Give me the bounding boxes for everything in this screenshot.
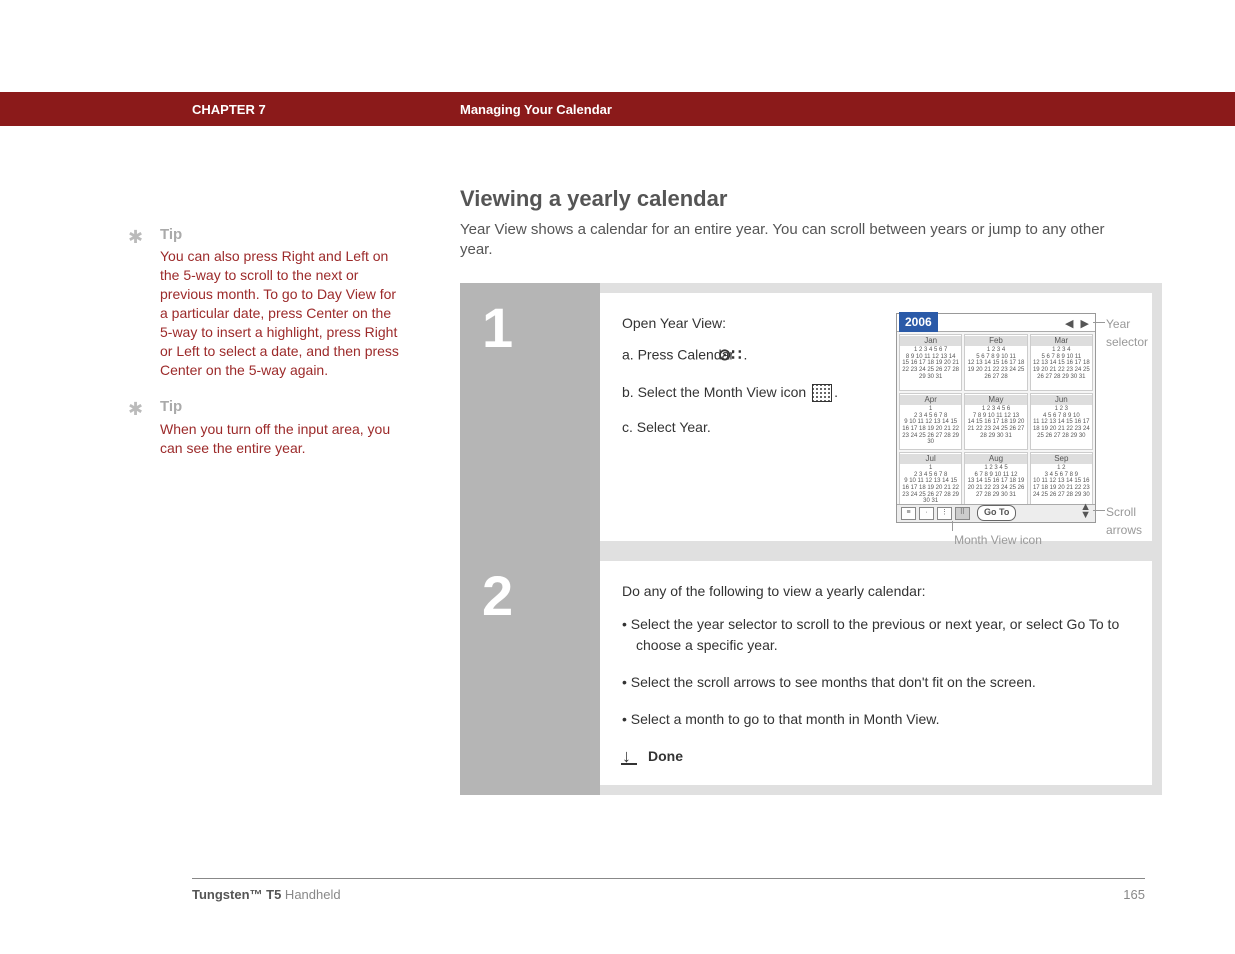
tip-star-icon: ✱ — [128, 225, 143, 249]
step-1: 1 Open Year View: a. Press Calendar ⊙∷. … — [460, 283, 1162, 551]
month-mar[interactable]: Mar1 2 3 4 5 6 7 8 9 10 11 12 13 14 15 1… — [1030, 334, 1093, 391]
step-2-body: Do any of the following to view a yearly… — [600, 561, 1152, 785]
done-label: Done — [648, 746, 683, 767]
section-heading: Viewing a yearly calendar — [460, 186, 1140, 212]
annot-year-selector: Year selector — [1106, 315, 1148, 351]
step-2-bullet-2: Select the scroll arrows to see months t… — [622, 672, 1130, 693]
footer: Tungsten™ T5 Handheld 165 — [192, 878, 1145, 902]
year-view-screenshot-wrapper: 2006 ◀ ▶ Jan1 2 3 4 5 6 7 8 9 10 11 12 1… — [896, 313, 1096, 523]
agenda-view-button[interactable]: ≡ — [901, 507, 916, 520]
step-2-bullet-1: Select the year selector to scroll to th… — [622, 614, 1130, 656]
step-1-c: c. Select Year. — [622, 417, 872, 438]
annot-line — [1093, 322, 1105, 323]
month-jan[interactable]: Jan1 2 3 4 5 6 7 8 9 10 11 12 13 14 15 1… — [899, 334, 962, 391]
tip-2-text: When you turn off the input area, you ca… — [160, 420, 403, 458]
month-view-icon — [812, 384, 832, 402]
month-view-button[interactable]: ⠿ — [955, 507, 970, 520]
year-label: 2006 — [899, 312, 938, 332]
week-view-button[interactable]: ⋮ — [937, 507, 952, 520]
year-bar: 2006 ◀ ▶ — [897, 314, 1095, 332]
view-toolbar: ≡ · ⋮ ⠿ Go To ▲▼ — [897, 504, 1095, 522]
annot-scroll-arrows: Scroll arrows — [1106, 503, 1142, 539]
step-2-bullet-3: Select a month to go to that month in Mo… — [622, 709, 1130, 730]
step-2-number: 2 — [460, 551, 600, 795]
step-2-line1: Do any of the following to view a yearly… — [622, 581, 1130, 602]
done-row: Done — [622, 746, 1130, 767]
section-intro: Year View shows a calendar for an entire… — [460, 220, 1140, 261]
annot-line — [952, 521, 953, 531]
tip-2: ✱ Tip When you turn off the input area, … — [128, 397, 403, 457]
year-selector-arrows[interactable]: ◀ ▶ — [1065, 316, 1091, 333]
tip-1-label: Tip — [160, 225, 403, 245]
done-arrow-icon — [622, 747, 638, 765]
chapter-label: CHAPTER 7 — [192, 102, 460, 117]
main-column: Viewing a yearly calendar Year View show… — [460, 186, 1140, 795]
step-1-number: 1 — [460, 283, 600, 551]
year-view-screenshot: 2006 ◀ ▶ Jan1 2 3 4 5 6 7 8 9 10 11 12 1… — [896, 313, 1096, 523]
product-name: Tungsten™ T5 Handheld — [192, 887, 341, 902]
goto-button[interactable]: Go To — [977, 505, 1016, 521]
step-1-body: Open Year View: a. Press Calendar ⊙∷. b.… — [600, 293, 1152, 541]
month-aug[interactable]: Aug1 2 3 4 5 6 7 8 9 10 11 12 13 14 15 1… — [964, 452, 1027, 509]
month-feb[interactable]: Feb1 2 3 4 5 6 7 8 9 10 11 12 13 14 15 1… — [964, 334, 1027, 391]
day-view-button[interactable]: · — [919, 507, 934, 520]
month-may[interactable]: May1 2 3 4 5 6 7 8 9 10 11 12 13 14 15 1… — [964, 393, 1027, 450]
tips-column: ✱ Tip You can also press Right and Left … — [128, 225, 403, 476]
step-1-a: a. Press Calendar ⊙∷. — [622, 344, 872, 368]
tip-2-label: Tip — [160, 397, 403, 417]
scroll-arrows[interactable]: ▲▼ — [1080, 504, 1091, 519]
header-title: Managing Your Calendar — [460, 102, 612, 117]
calendar-button-icon: ⊙∷ — [740, 344, 742, 368]
month-jul[interactable]: Jul1 2 3 4 5 6 7 8 9 10 11 12 13 14 15 1… — [899, 452, 962, 509]
step-1-text: Open Year View: a. Press Calendar ⊙∷. b.… — [622, 313, 872, 523]
step-2: 2 Do any of the following to view a year… — [460, 551, 1162, 795]
tip-1: ✱ Tip You can also press Right and Left … — [128, 225, 403, 379]
page-number: 165 — [1123, 887, 1145, 902]
month-sep[interactable]: Sep1 2 3 4 5 6 7 8 9 10 11 12 13 14 15 1… — [1030, 452, 1093, 509]
step-1-b: b. Select the Month View icon . — [622, 382, 872, 403]
steps-container: 1 Open Year View: a. Press Calendar ⊙∷. … — [460, 283, 1162, 795]
tip-1-text: You can also press Right and Left on the… — [160, 247, 403, 379]
tip-star-icon: ✱ — [128, 397, 143, 421]
annot-month-view: Month View icon — [928, 531, 1068, 549]
month-apr[interactable]: Apr1 2 3 4 5 6 7 8 9 10 11 12 13 14 15 1… — [899, 393, 962, 450]
annot-line — [1093, 510, 1105, 511]
months-grid: Jan1 2 3 4 5 6 7 8 9 10 11 12 13 14 15 1… — [897, 332, 1095, 511]
header-bar: CHAPTER 7 Managing Your Calendar — [0, 92, 1235, 126]
month-jun[interactable]: Jun1 2 3 4 5 6 7 8 9 10 11 12 13 14 15 1… — [1030, 393, 1093, 450]
step-1-line1: Open Year View: — [622, 313, 872, 334]
